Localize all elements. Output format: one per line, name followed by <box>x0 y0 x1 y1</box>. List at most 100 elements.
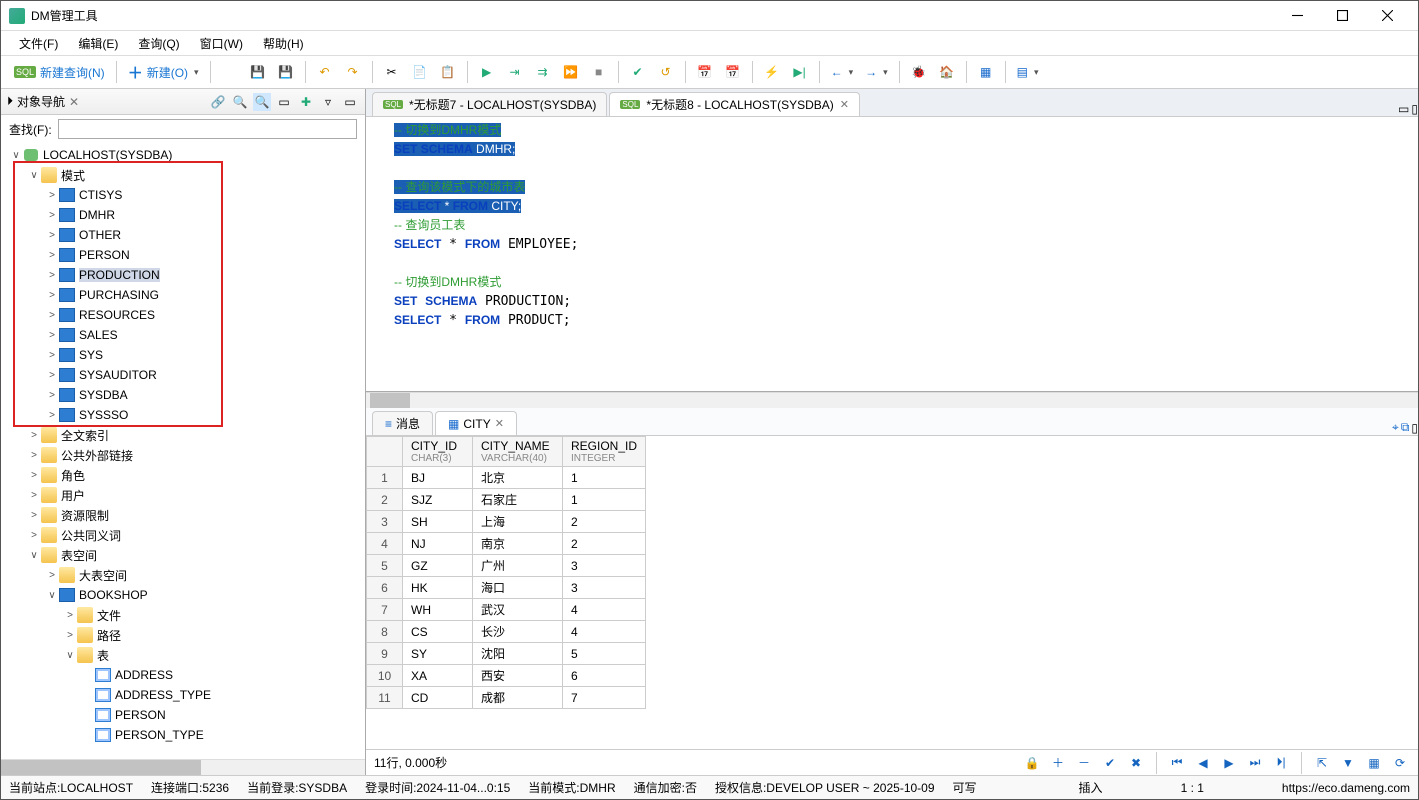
tree-node-bookshop[interactable]: ∨BOOKSHOP <box>5 585 365 605</box>
status-url[interactable]: https://eco.dameng.com <box>1282 781 1410 795</box>
chevron-icon[interactable]: > <box>45 410 59 421</box>
table-row[interactable]: 10XA西安6 <box>367 665 646 687</box>
minimize-pane-icon[interactable]: ▭ <box>341 93 359 111</box>
revert-row-icon[interactable]: ✖ <box>1126 753 1146 773</box>
chevron-icon[interactable]: > <box>45 250 59 261</box>
prev-icon[interactable]: ◀ <box>1193 753 1213 773</box>
chevron-icon[interactable]: > <box>27 490 41 501</box>
col-rownum[interactable] <box>367 437 403 467</box>
tree-node-address_type[interactable]: ADDRESS_TYPE <box>5 685 365 705</box>
tree-node-sales[interactable]: >SALES <box>5 325 365 345</box>
debug-button[interactable]: 🐞 <box>906 59 932 85</box>
nav-back-button[interactable]: ← <box>826 59 859 85</box>
chevron-icon[interactable]: > <box>27 470 41 481</box>
chevron-icon[interactable]: > <box>45 270 59 281</box>
object-tree[interactable]: ∨LOCALHOST(SYSDBA)∨模式>CTISYS>DMHR>OTHER>… <box>1 143 365 759</box>
grid-button[interactable]: ▦ <box>973 59 999 85</box>
result-tab-data[interactable]: ▦CITY ✕ <box>435 411 517 435</box>
chevron-icon[interactable]: > <box>27 430 41 441</box>
chevron-icon[interactable]: ∨ <box>45 590 59 601</box>
tree-node-文件[interactable]: >文件 <box>5 605 365 625</box>
tree-node-sysauditor[interactable]: >SYSAUDITOR <box>5 365 365 385</box>
result-grid-wrap[interactable]: CITY_IDCHAR(3)CITY_NAMEVARCHAR(40)REGION… <box>366 436 1418 749</box>
next-icon[interactable]: ▶ <box>1219 753 1239 773</box>
tree-node-person_type[interactable]: PERSON_TYPE <box>5 725 365 745</box>
editor-hscroll[interactable] <box>366 392 1418 408</box>
close-icon[interactable]: ✕ <box>840 98 849 111</box>
tree-node-角色[interactable]: >角色 <box>5 465 365 485</box>
run-plan2-button[interactable]: ⏩ <box>558 59 584 85</box>
chevron-icon[interactable]: > <box>45 370 59 381</box>
table-row[interactable]: 4NJ南京2 <box>367 533 646 555</box>
close-button[interactable] <box>1365 2 1410 30</box>
commit-button[interactable]: ✔ <box>625 59 651 85</box>
nav-fwd-button[interactable]: → <box>860 59 893 85</box>
export-icon[interactable]: ⇱ <box>1312 753 1332 773</box>
undo-button[interactable]: ↶ <box>312 59 338 85</box>
chevron-icon[interactable]: > <box>63 630 77 641</box>
chevron-icon[interactable]: ∨ <box>9 150 23 161</box>
home-button[interactable]: 🏠 <box>934 59 960 85</box>
cal2-button[interactable]: 📅 <box>720 59 746 85</box>
tree-node-ctisys[interactable]: >CTISYS <box>5 185 365 205</box>
table-row[interactable]: 9SY沈阳5 <box>367 643 646 665</box>
view-menu-icon[interactable]: ▿ <box>319 93 337 111</box>
first-icon[interactable]: ⏮ <box>1167 753 1187 773</box>
run-step-button[interactable]: ⇥ <box>502 59 528 85</box>
table-row[interactable]: 8CS长沙4 <box>367 621 646 643</box>
paste-button[interactable]: 📋 <box>435 59 461 85</box>
tree-node-公共同义词[interactable]: >公共同义词 <box>5 525 365 545</box>
chevron-icon[interactable]: > <box>45 350 59 361</box>
tree-node-dmhr[interactable]: >DMHR <box>5 205 365 225</box>
col-REGION_ID[interactable]: REGION_IDINTEGER <box>563 437 646 467</box>
tree-node-localhost(sysdba)[interactable]: ∨LOCALHOST(SYSDBA) <box>5 145 365 165</box>
tree-node-路径[interactable]: >路径 <box>5 625 365 645</box>
collapse-icon[interactable]: ▭ <box>275 93 293 111</box>
chevron-icon[interactable]: > <box>45 210 59 221</box>
tree-node-person[interactable]: >PERSON <box>5 245 365 265</box>
refresh-icon[interactable]: ⟳ <box>1390 753 1410 773</box>
chevron-icon[interactable]: ∨ <box>27 170 41 181</box>
tree-node-sys[interactable]: >SYS <box>5 345 365 365</box>
sidebar-hscroll[interactable] <box>1 759 365 775</box>
tool2-button[interactable]: ▶| <box>787 59 813 85</box>
tree-node-address[interactable]: ADDRESS <box>5 665 365 685</box>
col-CITY_ID[interactable]: CITY_IDCHAR(3) <box>403 437 473 467</box>
tree-node-表空间[interactable]: ∨表空间 <box>5 545 365 565</box>
save-all-button[interactable]: 💾 <box>273 59 299 85</box>
chevron-icon[interactable]: ∨ <box>63 650 77 661</box>
link-icon[interactable]: 🔗 <box>209 93 227 111</box>
lock-icon[interactable]: 🔒 <box>1022 753 1042 773</box>
expand-all-icon[interactable]: ✚ <box>297 93 315 111</box>
table-row[interactable]: 2SJZ石家庄1 <box>367 489 646 511</box>
chevron-icon[interactable]: > <box>45 290 59 301</box>
filter-icon[interactable]: 🔍 <box>231 93 249 111</box>
chevron-icon[interactable]: > <box>45 570 59 581</box>
tree-node-资源限制[interactable]: >资源限制 <box>5 505 365 525</box>
run-plan1-button[interactable]: ⇉ <box>530 59 556 85</box>
run-button[interactable]: ▶ <box>474 59 500 85</box>
table-row[interactable]: 3SH上海2 <box>367 511 646 533</box>
close-view-icon[interactable]: ✕ <box>69 95 79 109</box>
table-row[interactable]: 1BJ北京1 <box>367 467 646 489</box>
commit-row-icon[interactable]: ✔ <box>1100 753 1120 773</box>
chevron-icon[interactable]: > <box>27 510 41 521</box>
tree-node-purchasing[interactable]: >PURCHASING <box>5 285 365 305</box>
tree-node-other[interactable]: >OTHER <box>5 225 365 245</box>
table-row[interactable]: 7WH武汉4 <box>367 599 646 621</box>
grid-opts-icon[interactable]: ▦ <box>1364 753 1384 773</box>
chevron-icon[interactable]: > <box>63 610 77 621</box>
del-row-icon[interactable]: － <box>1074 753 1094 773</box>
tree-node-person[interactable]: PERSON <box>5 705 365 725</box>
pin-icon[interactable]: ⌖ <box>1392 420 1399 435</box>
redo-button[interactable]: ↷ <box>340 59 366 85</box>
chevron-icon[interactable]: > <box>27 450 41 461</box>
cut-button[interactable]: ✂ <box>379 59 405 85</box>
new-query-button[interactable]: SQL 新建查询(N) <box>9 59 110 85</box>
search-input[interactable] <box>58 119 357 139</box>
menu-query[interactable]: 查询(Q) <box>130 31 187 56</box>
maximize-editor-icon[interactable]: ▯ <box>1411 102 1418 116</box>
menu-file[interactable]: 文件(F) <box>11 31 66 56</box>
max-result-icon[interactable]: ▯ <box>1411 421 1418 435</box>
cal1-button[interactable]: 📅 <box>692 59 718 85</box>
